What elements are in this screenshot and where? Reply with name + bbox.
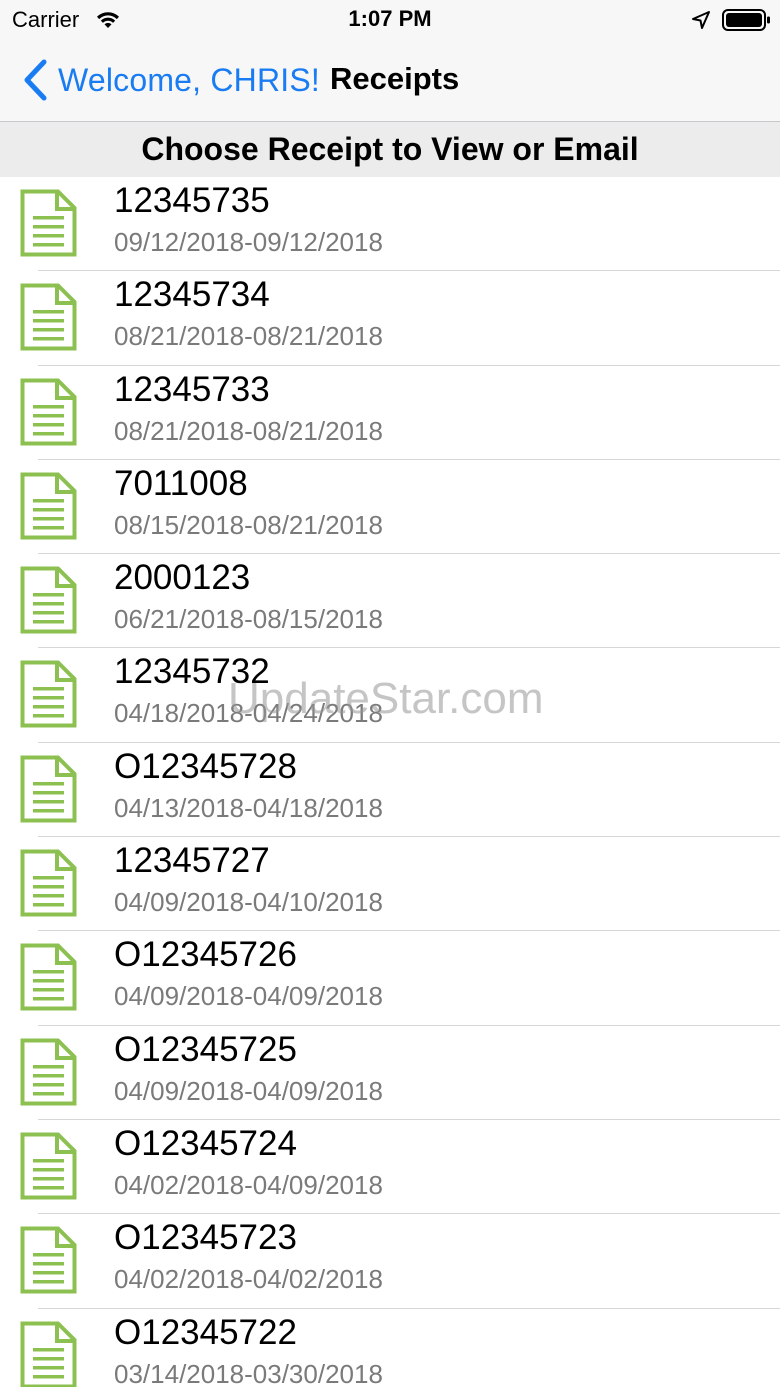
document-icon	[20, 1038, 77, 1106]
list-item[interactable]: O12345722 03/14/2018-03/30/2018	[0, 1309, 780, 1387]
receipt-dates: 04/18/2018-04/24/2018	[114, 698, 383, 729]
document-icon	[20, 943, 77, 1011]
list-item[interactable]: 12345733 08/21/2018-08/21/2018	[0, 366, 780, 461]
receipt-dates: 06/21/2018-08/15/2018	[114, 604, 383, 635]
receipt-number: 12345733	[114, 369, 270, 409]
receipt-number: O12345723	[114, 1218, 297, 1258]
receipt-number: O12345725	[114, 1029, 297, 1069]
list-item[interactable]: O12345724 04/02/2018-04/09/2018	[0, 1120, 780, 1215]
document-icon	[20, 1226, 77, 1294]
document-icon	[20, 755, 77, 823]
status-time: 1:07 PM	[348, 6, 432, 31]
receipt-number: O12345722	[114, 1312, 297, 1352]
list-item[interactable]: 12345727 04/09/2018-04/10/2018	[0, 837, 780, 932]
receipt-list: 12345735 09/12/2018-09/12/2018 12345734 …	[0, 177, 780, 1387]
document-icon	[20, 566, 77, 634]
list-item[interactable]: O12345726 04/09/2018-04/09/2018	[0, 931, 780, 1026]
receipt-dates: 04/09/2018-04/10/2018	[114, 887, 383, 918]
receipt-dates: 04/13/2018-04/18/2018	[114, 792, 383, 823]
receipt-number: O12345726	[114, 935, 297, 975]
receipt-dates: 08/21/2018-08/21/2018	[114, 415, 383, 446]
receipt-dates: 04/02/2018-04/09/2018	[114, 1169, 383, 1200]
receipt-dates: 03/14/2018-03/30/2018	[114, 1358, 383, 1387]
list-item[interactable]: O12345728 04/13/2018-04/18/2018	[0, 743, 780, 838]
receipt-number: O12345724	[114, 1123, 297, 1163]
battery-icon	[722, 8, 772, 37]
section-header: Choose Receipt to View or Email	[0, 122, 780, 177]
receipt-number: 12345734	[114, 275, 270, 315]
document-icon	[20, 472, 77, 540]
list-item[interactable]: O12345723 04/02/2018-04/02/2018	[0, 1214, 780, 1309]
receipt-number: 12345735	[114, 181, 270, 220]
receipt-number: 2000123	[114, 558, 251, 598]
receipt-dates: 09/12/2018-09/12/2018	[114, 227, 383, 257]
receipt-dates: 04/02/2018-04/02/2018	[114, 1264, 383, 1295]
receipt-dates: 04/09/2018-04/09/2018	[114, 981, 383, 1012]
list-item[interactable]: 12345732 04/18/2018-04/24/2018	[0, 648, 780, 744]
section-header-label: Choose Receipt to View or Email	[141, 131, 639, 167]
back-button[interactable]: Welcome, CHRIS!	[22, 54, 320, 106]
document-icon	[20, 1132, 77, 1200]
receipt-dates: 08/21/2018-08/21/2018	[114, 321, 383, 352]
list-item[interactable]: 7011008 08/15/2018-08/21/2018	[0, 460, 780, 555]
receipt-dates: 08/15/2018-08/21/2018	[114, 509, 383, 540]
document-icon	[20, 660, 77, 728]
page-title: Receipts	[330, 61, 460, 96]
navigation-bar: Welcome, CHRIS! Receipts	[0, 40, 780, 122]
receipt-number: O12345728	[114, 746, 297, 786]
document-icon	[20, 283, 77, 351]
location-icon	[690, 9, 712, 36]
chevron-left-icon	[22, 58, 48, 102]
list-item[interactable]: 12345735 09/12/2018-09/12/2018	[0, 177, 780, 272]
back-button-label: Welcome, CHRIS!	[58, 61, 321, 98]
receipt-number: 7011008	[114, 463, 248, 503]
document-icon	[20, 378, 77, 446]
document-icon	[20, 1321, 77, 1387]
list-item[interactable]: 2000123 06/21/2018-08/15/2018	[0, 554, 780, 649]
document-icon	[20, 849, 77, 917]
receipt-number: 12345732	[114, 652, 270, 692]
receipt-number: 12345727	[114, 841, 270, 881]
list-item[interactable]: 12345734 08/21/2018-08/21/2018	[0, 271, 780, 366]
receipt-dates: 04/09/2018-04/09/2018	[114, 1075, 383, 1106]
list-item[interactable]: O12345725 04/09/2018-04/09/2018	[0, 1026, 780, 1121]
document-icon	[20, 189, 77, 257]
status-bar: Carrier 1:07 PM	[0, 0, 780, 40]
